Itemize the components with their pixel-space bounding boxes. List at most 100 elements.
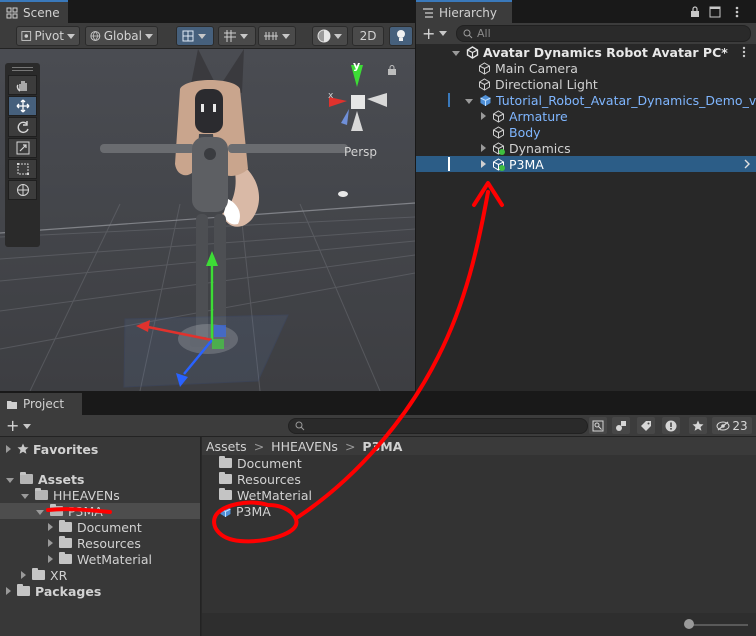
filter-by-label-button[interactable] — [637, 417, 655, 434]
hierarchy-item-label: Dynamics — [509, 140, 571, 156]
fold-arrow-icon[interactable] — [6, 445, 11, 453]
tab-scene[interactable]: Scene — [0, 0, 68, 23]
fold-arrow-icon[interactable] — [452, 50, 460, 56]
tab-project[interactable]: Project — [0, 393, 82, 415]
search-placeholder: All — [477, 27, 491, 40]
filter-by-type-button[interactable] — [612, 417, 630, 434]
file-label: P3MA — [236, 503, 271, 519]
hierarchy-item-armature[interactable]: Armature — [416, 108, 756, 124]
tree-label: Resources — [77, 535, 141, 551]
fold-arrow-icon[interactable] — [36, 509, 44, 515]
scene-viewport[interactable]: y x Persp — [0, 49, 415, 391]
file-wetmaterial[interactable]: WetMaterial — [219, 487, 312, 503]
increment-snap-toggle[interactable] — [258, 26, 296, 46]
hierarchy-scene-root[interactable]: Avatar Dynamics Robot Avatar PC* — [416, 44, 756, 60]
hand-tool-button[interactable] — [8, 75, 37, 95]
file-resources[interactable]: Resources — [219, 471, 301, 487]
hierarchy-search-input[interactable]: All — [456, 25, 751, 42]
fold-arrow-icon[interactable] — [48, 555, 53, 563]
exclamation-icon — [665, 420, 677, 431]
breadcrumb-hheavens[interactable]: HHEAVENs — [271, 439, 338, 454]
lighting-toggle[interactable] — [389, 26, 413, 46]
log-warnings-button[interactable] — [662, 417, 680, 434]
folder-icon — [59, 552, 72, 564]
snap-toggle[interactable] — [176, 26, 214, 46]
chevron-down-icon — [334, 33, 342, 39]
tree-document[interactable]: Document — [48, 519, 142, 535]
hierarchy-item-dynamics[interactable]: Dynamics — [416, 140, 756, 156]
increment-snap-icon — [264, 32, 278, 40]
fold-arrow-icon[interactable] — [481, 112, 486, 120]
project-search-input[interactable] — [288, 418, 588, 434]
chevron-right-icon[interactable] — [743, 159, 751, 169]
fold-arrow-icon[interactable] — [481, 160, 486, 168]
create-button[interactable]: + — [422, 25, 452, 42]
rect-tool-button[interactable] — [8, 159, 37, 179]
zoom-slider-track[interactable] — [688, 624, 748, 626]
lock-icon[interactable] — [690, 6, 700, 18]
search-by-type-button[interactable] — [589, 417, 607, 434]
palette-grip[interactable] — [12, 67, 33, 71]
pivot-label: Pivot — [34, 29, 64, 43]
breadcrumb-p3ma[interactable]: P3MA — [362, 439, 402, 454]
fold-arrow-icon[interactable] — [48, 539, 53, 547]
breadcrumb-assets[interactable]: Assets — [206, 439, 247, 454]
hierarchy-item-main-camera[interactable]: Main Camera — [416, 60, 756, 76]
tree-hheavens[interactable]: HHEAVENs — [21, 487, 120, 503]
search-icon — [295, 421, 305, 431]
tree-packages[interactable]: Packages — [6, 583, 101, 599]
hierarchy-item-tutorial-robot[interactable]: Tutorial_Robot_Avatar_Dynamics_Demo_v1 — [416, 92, 756, 108]
shading-mode-dropdown[interactable] — [312, 26, 348, 46]
hierarchy-item-body[interactable]: Body — [416, 124, 756, 140]
fold-arrow-icon[interactable] — [21, 571, 26, 579]
tree-favorites[interactable]: Favorites — [6, 441, 98, 457]
fold-arrow-icon[interactable] — [6, 477, 14, 483]
file-document[interactable]: Document — [219, 455, 302, 471]
fold-arrow-icon[interactable] — [481, 144, 486, 152]
file-p3ma-prefab[interactable]: P3MA — [219, 503, 271, 519]
global-dropdown[interactable]: Global — [85, 26, 158, 46]
tree-xr[interactable]: XR — [21, 567, 67, 583]
file-label: WetMaterial — [237, 487, 312, 503]
grid-snap-toggle[interactable] — [218, 26, 256, 46]
rotate-tool-button[interactable] — [8, 117, 37, 137]
plus-icon: + — [422, 23, 436, 43]
tree-label: Packages — [35, 583, 102, 599]
move-tool-button[interactable] — [8, 96, 37, 116]
hierarchy-item-directional-light[interactable]: Directional Light — [416, 76, 756, 92]
chevron-down-icon — [240, 33, 248, 39]
tree-wetmaterial[interactable]: WetMaterial — [48, 551, 152, 567]
tree-p3ma[interactable]: P3MA — [36, 503, 103, 519]
zoom-slider-handle[interactable] — [684, 619, 694, 629]
fold-arrow-icon[interactable] — [465, 98, 473, 104]
pivot-dropdown[interactable]: Pivot — [16, 26, 80, 46]
tree-resources[interactable]: Resources — [48, 535, 141, 551]
orientation-gizmo[interactable] — [325, 59, 415, 149]
folder-open-icon — [20, 472, 33, 484]
fold-arrow-icon[interactable] — [6, 587, 11, 595]
lock-icon[interactable] — [388, 65, 396, 75]
project-panel: Project + 23 Favorites Assets HHEAVENs P… — [0, 393, 756, 636]
more-options-icon[interactable] — [738, 46, 750, 58]
2d-toggle[interactable]: 2D — [352, 26, 384, 46]
shapes-icon — [616, 420, 626, 431]
fold-arrow-icon[interactable] — [48, 523, 53, 531]
favorites-button[interactable] — [689, 417, 707, 434]
hidden-packages-toggle[interactable]: 23 — [712, 417, 752, 434]
tree-assets[interactable]: Assets — [6, 471, 84, 487]
persp-label[interactable]: Persp — [344, 145, 377, 159]
create-asset-button[interactable]: + — [6, 418, 36, 434]
fold-arrow-icon[interactable] — [21, 493, 29, 499]
hierarchy-tabbar: Hierarchy — [416, 0, 756, 23]
prefab-icon — [480, 94, 491, 106]
scale-tool-button[interactable] — [8, 138, 37, 158]
hierarchy-item-p3ma[interactable]: P3MA — [416, 156, 756, 172]
transform-tool-button[interactable] — [8, 180, 37, 200]
more-options-icon[interactable] — [731, 6, 743, 18]
hierarchy-item-label: P3MA — [509, 156, 544, 172]
folder-icon — [59, 536, 72, 548]
project-tabbar: Project — [0, 393, 756, 415]
tab-hierarchy[interactable]: Hierarchy — [416, 0, 512, 23]
maximize-icon[interactable] — [709, 6, 721, 18]
grid-snap-icon — [224, 30, 236, 42]
